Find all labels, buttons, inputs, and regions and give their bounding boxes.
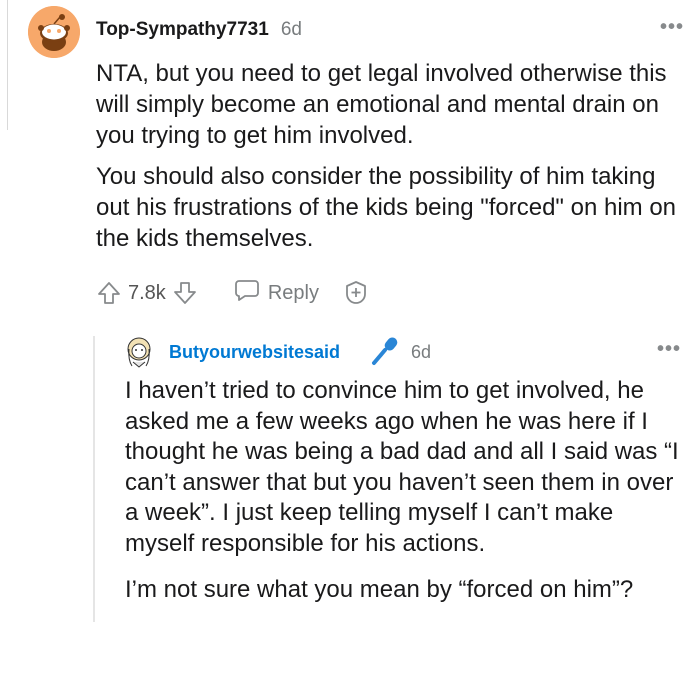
comment-body: NTA, but you need to get legal involved …	[96, 58, 688, 254]
vote-score: 7.8k	[128, 281, 166, 304]
comment-timestamp: 6d	[280, 19, 302, 40]
reply-author[interactable]: Butyourwebsitesaid	[169, 342, 340, 363]
snoo-avatar-icon[interactable]	[28, 6, 80, 58]
comment-author[interactable]: Top-Sympathy7731 6d	[96, 19, 302, 41]
upvote-icon[interactable]	[96, 280, 122, 306]
thread-line	[0, 0, 8, 130]
reply-button[interactable]: Reply	[234, 278, 319, 308]
downvote-icon[interactable]	[172, 280, 198, 306]
parent-comment: Top-Sympathy7731 6d ••• NTA, but you need…	[28, 6, 688, 310]
reply-comment: Butyourwebsitesaid 6d ••• I haven’t trie…	[93, 336, 689, 622]
reply-paragraph: I haven’t tried to convince him to get i…	[125, 377, 679, 557]
author-name[interactable]: Top-Sympathy7731	[96, 19, 269, 40]
comment-actions: 7.8k Reply	[96, 276, 688, 310]
reply-header: Butyourwebsitesaid 6d •••	[125, 336, 689, 368]
reply-body: I haven’t tried to convince him to get i…	[125, 376, 689, 606]
award-icon[interactable]	[343, 280, 369, 306]
reply-more-options-button[interactable]: •••	[657, 338, 681, 361]
reply-bubble-icon	[234, 278, 260, 308]
comment-paragraph: NTA, but you need to get legal involved …	[96, 60, 667, 149]
more-options-button[interactable]: •••	[660, 16, 684, 39]
microphone-icon	[371, 336, 399, 366]
reply-timestamp: 6d	[411, 342, 432, 362]
comment-paragraph: You should also consider the possibility…	[96, 163, 677, 252]
reply-paragraph: I’m not sure what you mean by “forced on…	[125, 576, 634, 603]
reply-label: Reply	[267, 281, 319, 304]
user-avatar-icon[interactable]	[125, 336, 153, 368]
comment-header: Top-Sympathy7731 6d •••	[28, 6, 688, 58]
